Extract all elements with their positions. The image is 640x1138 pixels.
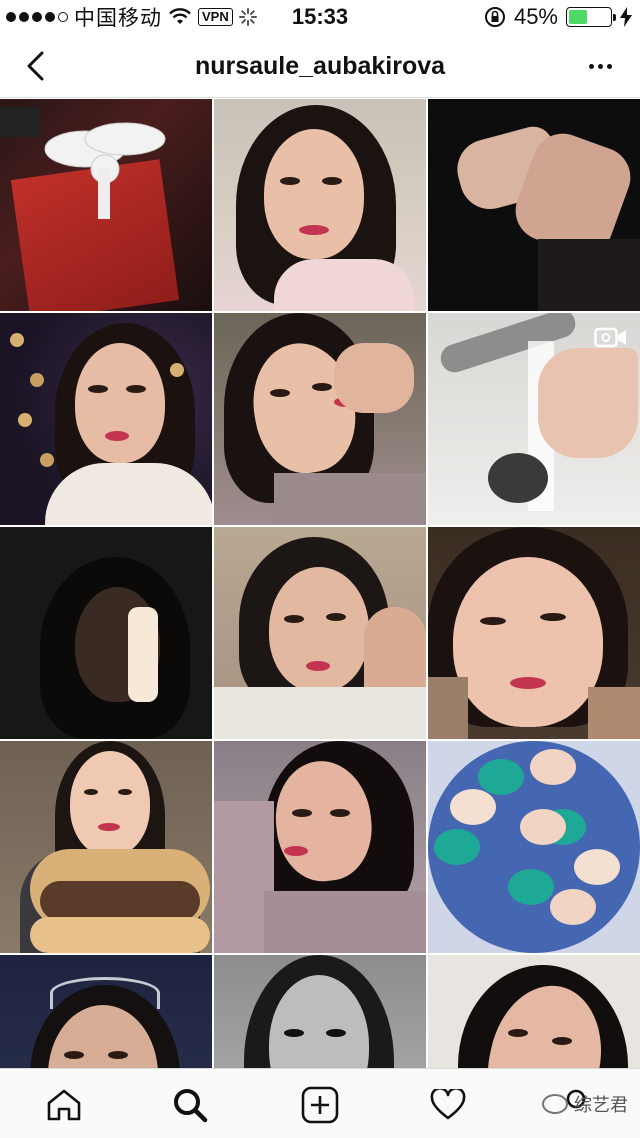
- watermark-text: 综艺君: [574, 1095, 628, 1115]
- grid-photo[interactable]: [428, 527, 640, 739]
- home-icon: [47, 1089, 81, 1121]
- grid-photo[interactable]: [214, 741, 426, 953]
- grid-photo[interactable]: [214, 955, 426, 1068]
- battery-icon: [566, 7, 616, 27]
- grid-photo[interactable]: [214, 313, 426, 525]
- grid-photo[interactable]: [0, 99, 212, 311]
- grid-photo[interactable]: [0, 527, 212, 739]
- page-title: nursaule_aubakirova: [194, 52, 446, 80]
- battery-percent: 45%: [513, 4, 558, 29]
- grid-photo[interactable]: [428, 741, 640, 953]
- grid-photo[interactable]: [428, 955, 640, 1068]
- photo-grid: [0, 99, 640, 1068]
- grid-photo[interactable]: [0, 955, 212, 1068]
- tab-activity[interactable]: [428, 1085, 468, 1125]
- profile-header: nursaule_aubakirova: [0, 34, 640, 98]
- more-options-button[interactable]: [582, 52, 618, 80]
- watermark: 综艺君: [542, 1091, 628, 1117]
- ellipsis-horizontal-icon: [588, 63, 594, 69]
- search-icon: [174, 1089, 208, 1123]
- orientation-lock-icon: [484, 7, 505, 27]
- tab-home[interactable]: [44, 1085, 84, 1125]
- grid-photo[interactable]: [428, 99, 640, 311]
- tab-new-post[interactable]: [300, 1085, 340, 1125]
- status-bar: 中国移动 VPN 15:33 45%: [0, 0, 640, 34]
- add-post-icon: [301, 1086, 339, 1124]
- status-bar-right: 45%: [484, 0, 632, 34]
- tab-search[interactable]: [170, 1085, 210, 1125]
- heart-icon: [430, 1089, 466, 1120]
- video-camera-icon: [594, 327, 626, 348]
- grid-photo[interactable]: [0, 741, 212, 953]
- charging-bolt-icon: [620, 7, 632, 27]
- bottom-tab-bar: 综艺君: [0, 1068, 640, 1138]
- grid-photo[interactable]: [0, 313, 212, 525]
- grid-video[interactable]: [428, 313, 640, 525]
- battery-fill: [569, 10, 587, 24]
- grid-photo[interactable]: [214, 99, 426, 311]
- grid-photo[interactable]: [214, 527, 426, 739]
- wechat-icon: [542, 1094, 568, 1114]
